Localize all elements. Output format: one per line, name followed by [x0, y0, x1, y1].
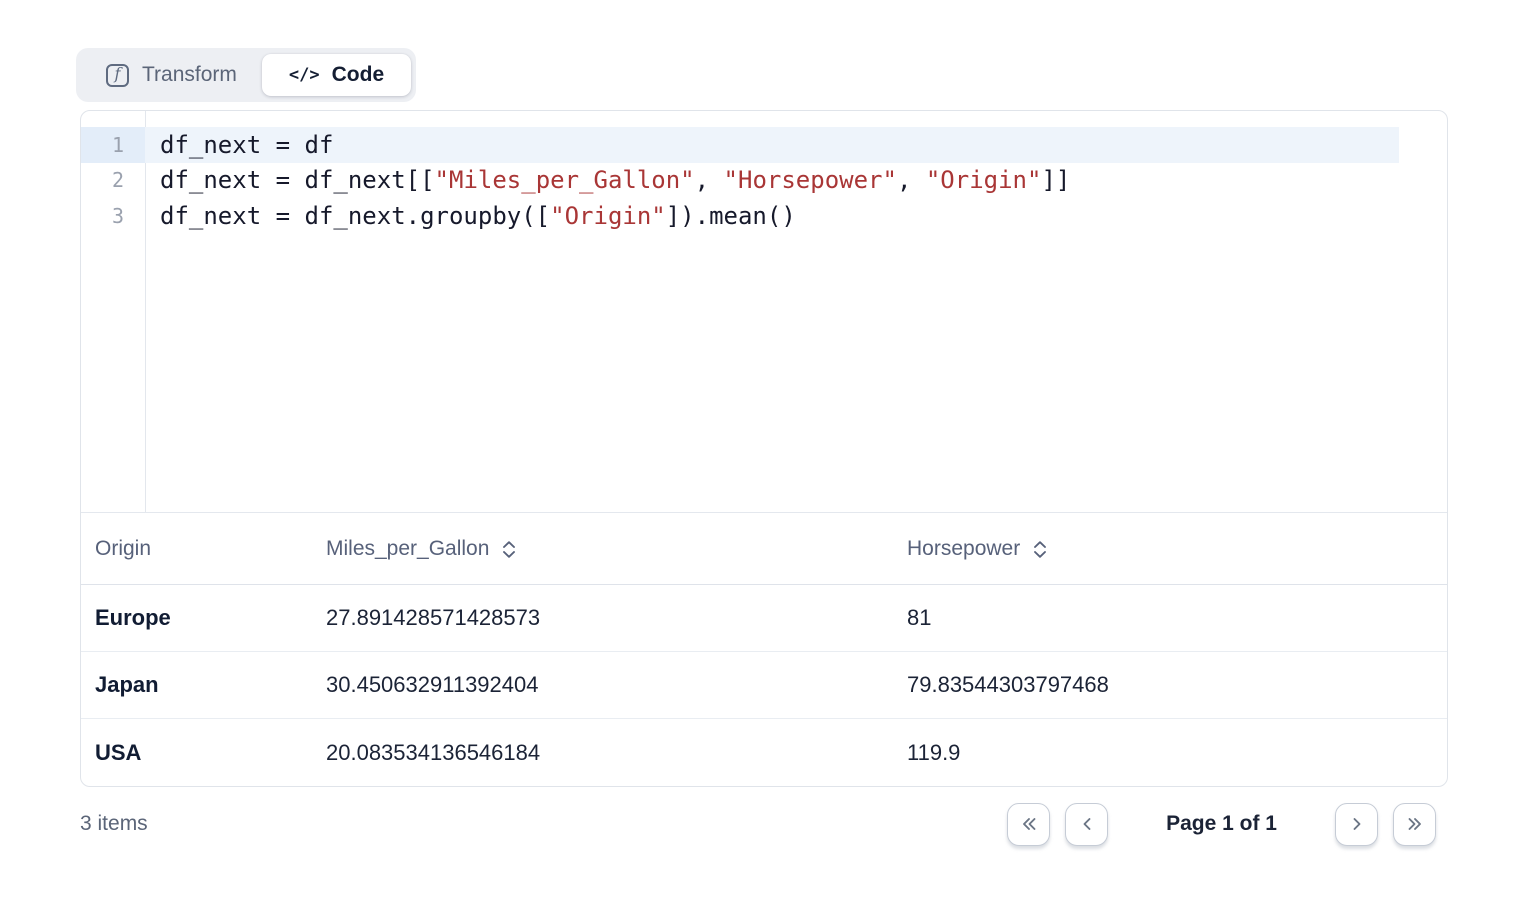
line-number: 1: [81, 127, 145, 163]
column-header-origin: Origin: [95, 537, 326, 561]
origin-cell: Europe: [95, 605, 326, 631]
tab-transform[interactable]: f Transform: [81, 54, 262, 96]
miles_per_gallon-cell: 27.891428571428573: [326, 605, 907, 631]
code-line-text: df_next = df_next[["Miles_per_Gallon", "…: [145, 163, 1399, 199]
function-icon: f: [106, 64, 129, 87]
table-body: Europe27.89142857142857381Japan30.450632…: [81, 585, 1447, 786]
column-header-horsepower-label: Horsepower: [907, 537, 1020, 561]
line-number: 3: [81, 198, 145, 234]
origin-cell: Japan: [95, 672, 326, 698]
column-header-origin-label: Origin: [95, 537, 151, 561]
column-header-miles-per-gallon[interactable]: Miles_per_Gallon: [326, 537, 907, 561]
next-page-button[interactable]: [1335, 803, 1378, 846]
code-line[interactable]: 2df_next = df_next[["Miles_per_Gallon", …: [81, 163, 1447, 199]
sort-icon[interactable]: [1032, 540, 1048, 559]
last-page-button[interactable]: [1393, 803, 1436, 846]
code-line[interactable]: 1df_next = df: [81, 127, 1447, 163]
miles_per_gallon-cell: 20.083534136546184: [326, 740, 907, 766]
code-line-text: df_next = df_next.groupby(["Origin"]).me…: [145, 198, 1399, 234]
chevrons-right-icon: [1406, 816, 1424, 832]
status-bar: 3 items Page 1 of 1: [80, 801, 1448, 847]
tab-transform-label: Transform: [142, 63, 237, 87]
column-header-miles-per-gallon-label: Miles_per_Gallon: [326, 537, 489, 561]
line-number: 2: [81, 163, 145, 199]
tab-bar: f Transform </> Code: [76, 48, 416, 102]
horsepower-cell: 81: [907, 605, 1447, 631]
origin-cell: USA: [95, 740, 326, 766]
table-row: Europe27.89142857142857381: [81, 585, 1447, 652]
tab-code[interactable]: </> Code: [262, 54, 411, 96]
code-line[interactable]: 3df_next = df_next.groupby(["Origin"]).m…: [81, 198, 1447, 234]
main-panel: 1df_next = df2df_next = df_next[["Miles_…: [80, 110, 1448, 787]
items-count: 3 items: [80, 812, 148, 836]
prev-page-button[interactable]: [1065, 803, 1108, 846]
code-icon: </>: [289, 65, 320, 85]
chevron-left-icon: [1079, 816, 1095, 832]
column-header-horsepower[interactable]: Horsepower: [907, 537, 1447, 561]
chevron-right-icon: [1349, 816, 1365, 832]
first-page-button[interactable]: [1007, 803, 1050, 846]
sort-icon[interactable]: [501, 540, 517, 559]
chevrons-left-icon: [1020, 816, 1038, 832]
tab-code-label: Code: [332, 63, 385, 87]
table-header: Origin Miles_per_Gallon Horsepower: [81, 513, 1447, 585]
code-line-text: df_next = df: [145, 127, 1399, 163]
code-editor[interactable]: 1df_next = df2df_next = df_next[["Miles_…: [81, 111, 1447, 513]
miles_per_gallon-cell: 30.450632911392404: [326, 672, 907, 698]
pagination: Page 1 of 1: [1007, 803, 1436, 846]
table-row: USA20.083534136546184119.9: [81, 719, 1447, 786]
page-indicator: Page 1 of 1: [1166, 812, 1277, 836]
horsepower-cell: 119.9: [907, 740, 1447, 766]
table-row: Japan30.45063291139240479.83544303797468: [81, 652, 1447, 719]
horsepower-cell: 79.83544303797468: [907, 672, 1447, 698]
